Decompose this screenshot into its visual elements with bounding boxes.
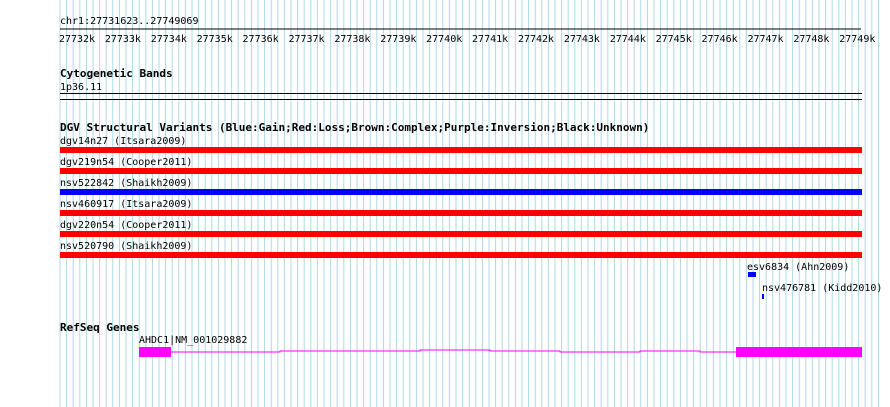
variant-bar-nsv476781[interactable] [762,294,764,299]
ruler-tick-label: 27738k [334,34,371,45]
cytoband-track-title[interactable]: Cytogenetic Bands [60,68,173,80]
variant-label: nsv522842 (Shaikh2009) [60,178,193,189]
variant-label-nsv476781: nsv476781 (Kidd2010) [762,283,883,294]
ruler-tick-label: 27742k [517,34,555,45]
ruler-tick-label: 27733k [104,34,141,45]
variant-bar[interactable] [60,168,862,174]
variant-label-esv6834: esv6834 (Ahn2009) [747,262,850,273]
ruler-tick-label: 27737k [288,34,325,45]
ruler-tick-label: 27743k [563,34,600,45]
variant-bar-esv6834[interactable] [748,272,756,277]
ruler-tick-label: 27745k [655,34,692,45]
cytoband-line-bottom [60,99,862,100]
ruler-tick-label: 27741k [472,34,509,45]
variant-label: dgv219n54 (Cooper2011) [60,157,193,168]
ruler-tick-label: 27740k [426,34,463,45]
ruler-tick-label: 27749k [839,34,876,45]
ruler-tick-label: 27736k [242,34,279,45]
variant-label: nsv460917 (Itsara2009) [60,199,193,210]
ruler-tick-label: 27744k [609,34,646,45]
ruler-tick-label: 27734k [150,34,187,45]
cytoband-line-top [60,93,862,94]
ruler-tick-label: 27748k [793,34,830,45]
variant-bar[interactable] [60,252,862,258]
ruler-tick-label: 27747k [747,34,784,45]
variant-bar[interactable] [60,231,862,237]
variant-label: dgv14n27 (Itsara2009) [60,136,187,147]
variant-bar[interactable] [60,210,862,216]
ruler-tick-label: 27739k [380,34,417,45]
variant-bar[interactable] [60,189,862,195]
variant-label: dgv220n54 (Cooper2011) [60,220,193,231]
ruler-tick-label: 27732k [58,34,96,45]
variant-bar[interactable] [60,147,862,153]
refseq-track-title[interactable]: RefSeq Genes [60,322,139,334]
variant-label: nsv520790 (Shaikh2009) [60,241,193,252]
gene-model-AHDC1[interactable] [0,340,890,364]
genome-browser-image: chr1:27731623..27749069 27732k 27733k 2773… [0,0,890,407]
ruler-tick-label: 27746k [701,34,738,45]
dgv-track-title[interactable]: DGV Structural Variants (Blue:Gain;Red:L… [60,122,649,134]
cytoband-label: 1p36.11 [60,82,103,93]
ruler-tick-label: 27735k [196,34,233,45]
